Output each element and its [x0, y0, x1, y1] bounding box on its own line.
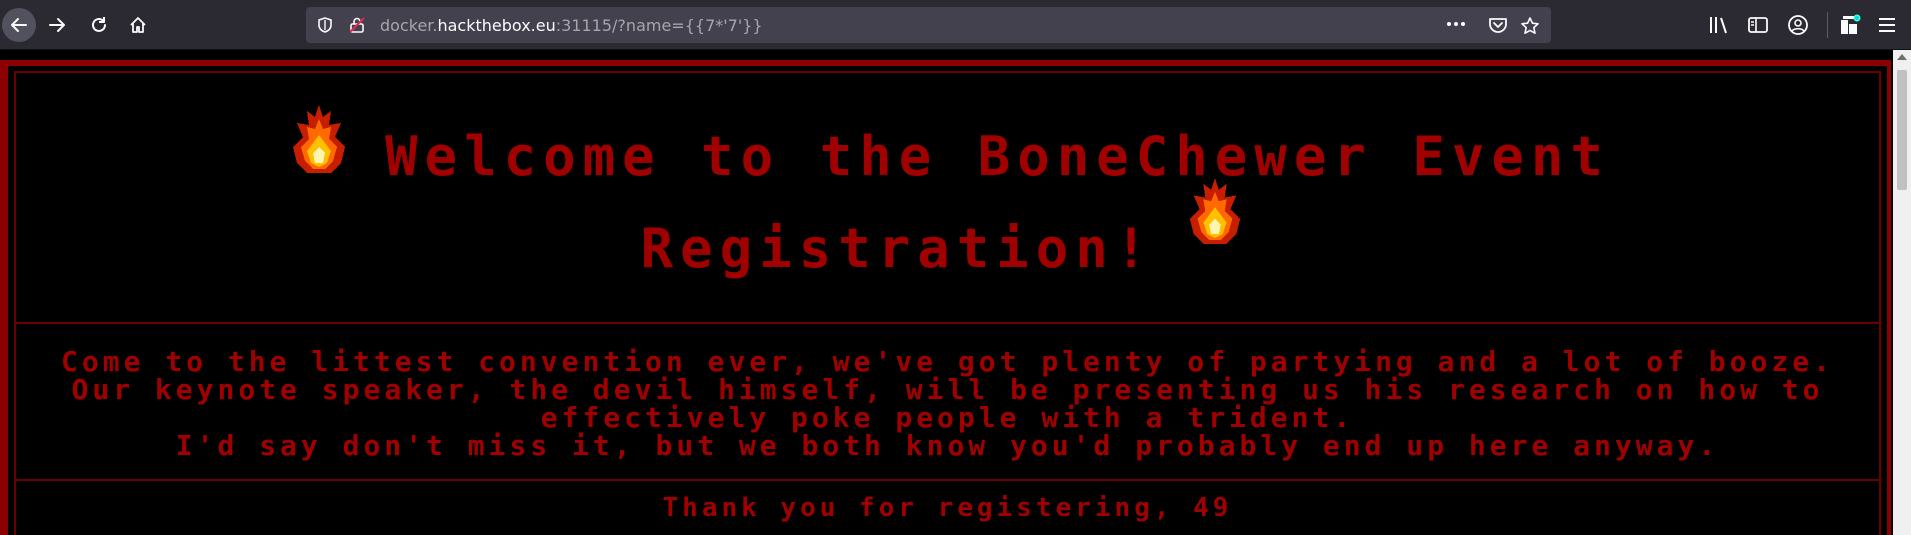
- scroll-thumb[interactable]: [1897, 70, 1907, 190]
- account-icon[interactable]: [1787, 14, 1809, 36]
- back-arrow-icon: [11, 18, 27, 32]
- home-icon: [130, 17, 146, 33]
- description-line: I'd say don't miss it, but we both know …: [175, 429, 1720, 462]
- page-viewport: Welcome to the BoneChewer Event Registra…: [0, 50, 1893, 535]
- reload-icon: [92, 17, 106, 32]
- back-button[interactable]: [2, 8, 36, 42]
- shield-icon[interactable]: [316, 16, 334, 34]
- browser-toolbar: docker.hackthebox.eu:31115/?name={{7*'7'…: [0, 0, 1911, 50]
- page-title-line1: Welcome to the BoneChewer Event: [385, 125, 1610, 188]
- description-line: Come to the littest convention ever, we'…: [61, 345, 1834, 378]
- registration-message: Thank you for registering, 49: [662, 493, 1233, 523]
- url-text[interactable]: docker.hackthebox.eu:31115/?name={{7*'7'…: [380, 16, 763, 35]
- inner-frame: Welcome to the BoneChewer Event Registra…: [14, 71, 1881, 535]
- fire-icon: [1189, 178, 1241, 244]
- insecure-lock-icon[interactable]: [348, 16, 366, 34]
- title-block: Welcome to the BoneChewer Event Registra…: [16, 73, 1879, 324]
- description-line: Our keynote speaker, the devil himself, …: [71, 373, 1824, 434]
- forward-arrow-icon: [49, 18, 65, 32]
- extensions-icon[interactable]: [1838, 13, 1862, 37]
- pocket-icon[interactable]: [1488, 16, 1508, 34]
- event-description: Come to the littest convention ever, we'…: [24, 348, 1871, 460]
- toolbar-divider: [1827, 12, 1828, 38]
- url-bar[interactable]: docker.hackthebox.eu:31115/?name={{7*'7'…: [306, 7, 1551, 43]
- outer-frame: Welcome to the BoneChewer Event Registra…: [0, 60, 1891, 535]
- reload-button[interactable]: [82, 8, 116, 42]
- sidebar-icon[interactable]: [1747, 15, 1769, 35]
- star-icon[interactable]: [1520, 16, 1540, 36]
- vertical-scrollbar[interactable]: [1893, 50, 1911, 535]
- page-title-line2: Registration!: [640, 217, 1155, 280]
- scroll-up-icon[interactable]: [1897, 54, 1907, 60]
- description-block: Come to the littest convention ever, we'…: [16, 324, 1879, 481]
- menu-icon[interactable]: [1877, 16, 1897, 34]
- library-icon[interactable]: [1708, 15, 1730, 35]
- more-icon[interactable]: [1446, 21, 1466, 27]
- forward-button[interactable]: [40, 8, 74, 42]
- home-button[interactable]: [121, 8, 155, 42]
